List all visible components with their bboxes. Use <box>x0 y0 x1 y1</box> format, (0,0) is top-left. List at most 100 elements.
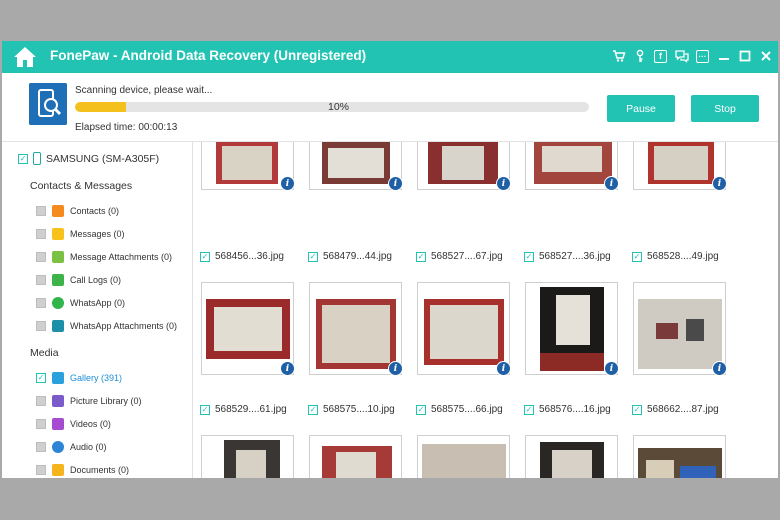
photo-thumbnail[interactable] <box>417 435 510 478</box>
gallery-checkbox[interactable]: ✓ <box>36 373 46 383</box>
photo-thumbnail[interactable]: i <box>417 142 511 191</box>
home-icon[interactable] <box>12 44 38 70</box>
info-icon[interactable]: i <box>604 176 619 191</box>
info-icon[interactable]: i <box>496 176 511 191</box>
app-window: FonePaw - Android Data Recovery (Unregis… <box>2 41 778 478</box>
info-icon[interactable]: i <box>280 361 295 376</box>
photo-thumbnail[interactable]: i <box>633 142 727 191</box>
info-icon[interactable]: i <box>280 176 295 191</box>
photo-filename: 568527....36.jpg <box>539 251 611 262</box>
photo-caption[interactable]: ✓ 568528....49.jpg <box>632 251 719 262</box>
key-icon[interactable] <box>631 45 648 67</box>
photo-caption[interactable]: ✓ 568662....87.jpg <box>632 404 719 415</box>
sidebar-item-gallery[interactable]: ✓ Gallery (391) <box>36 372 122 384</box>
messages-icon <box>52 228 64 240</box>
photo-checkbox[interactable]: ✓ <box>416 251 426 262</box>
photo-thumbnail[interactable]: i <box>525 282 619 376</box>
documents-checkbox[interactable] <box>36 465 46 475</box>
cart-icon[interactable] <box>610 45 627 67</box>
info-icon[interactable]: i <box>712 361 727 376</box>
info-icon[interactable]: i <box>388 176 403 191</box>
close-icon[interactable] <box>757 45 774 67</box>
photo-caption[interactable]: ✓ 568456...36.jpg <box>200 251 284 262</box>
sidebar-item-contacts[interactable]: Contacts (0) <box>36 205 119 217</box>
photo-thumbnail[interactable]: i <box>201 142 295 191</box>
device-name: SAMSUNG (SM-A305F) <box>46 152 160 165</box>
photo-thumbnail[interactable]: i <box>633 282 727 376</box>
window-title: FonePaw - Android Data Recovery (Unregis… <box>50 48 367 63</box>
photo-checkbox[interactable]: ✓ <box>524 251 534 262</box>
stop-button[interactable]: Stop <box>691 95 759 122</box>
photo-caption[interactable]: ✓ 568575....10.jpg <box>308 404 395 415</box>
whatsapp-checkbox[interactable] <box>36 298 46 308</box>
device-row[interactable]: ✓ SAMSUNG (SM-A305F) <box>18 152 159 165</box>
photo-caption[interactable]: ✓ 568576....16.jpg <box>524 404 611 415</box>
attachment-icon <box>52 251 64 263</box>
info-icon[interactable]: i <box>712 176 727 191</box>
whatsapp-icon <box>52 297 64 309</box>
photo-filename: 568529....61.jpg <box>215 404 287 415</box>
picture-library-checkbox[interactable] <box>36 396 46 406</box>
facebook-icon[interactable]: f <box>652 45 669 67</box>
videos-checkbox[interactable] <box>36 419 46 429</box>
photo-checkbox[interactable]: ✓ <box>632 251 642 262</box>
audio-checkbox[interactable] <box>36 442 46 452</box>
sidebar-item-picture-library[interactable]: Picture Library (0) <box>36 395 142 407</box>
sidebar-item-label: WhatsApp Attachments (0) <box>70 321 178 331</box>
photo-checkbox[interactable]: ✓ <box>200 404 210 415</box>
photo-thumbnail[interactable]: i <box>525 142 619 191</box>
photo-caption[interactable]: ✓ 568527....67.jpg <box>416 251 503 262</box>
photo-checkbox[interactable]: ✓ <box>416 404 426 415</box>
sidebar-item-whatsapp-attachments[interactable]: WhatsApp Attachments (0) <box>36 320 177 332</box>
device-checkbox[interactable]: ✓ <box>18 153 28 164</box>
sidebar: ✓ SAMSUNG (SM-A305F) Contacts & Messages… <box>2 142 193 478</box>
photo-thumbnail[interactable]: i <box>309 142 403 191</box>
gallery-icon <box>52 372 64 384</box>
contacts-checkbox[interactable] <box>36 206 46 216</box>
sidebar-item-whatsapp[interactable]: WhatsApp (0) <box>36 297 125 309</box>
info-icon[interactable]: i <box>388 361 403 376</box>
photo-filename: 568575....10.jpg <box>323 404 395 415</box>
messages-checkbox[interactable] <box>36 229 46 239</box>
photo-caption[interactable]: ✓ 568479...44.jpg <box>308 251 392 262</box>
photo-caption[interactable]: ✓ 568527....36.jpg <box>524 251 611 262</box>
photo-caption[interactable]: ✓ 568575....66.jpg <box>416 404 503 415</box>
sidebar-item-label: Gallery (391) <box>70 373 123 383</box>
documents-icon <box>52 464 64 476</box>
sidebar-item-label: Documents (0) <box>70 465 130 475</box>
feedback-icon[interactable] <box>673 45 690 67</box>
photo-checkbox[interactable]: ✓ <box>308 404 318 415</box>
photo-checkbox[interactable]: ✓ <box>308 251 318 262</box>
photo-thumbnail[interactable] <box>525 435 618 478</box>
sidebar-item-message-attachments[interactable]: Message Attachments (0) <box>36 251 172 263</box>
maximize-icon[interactable] <box>736 45 753 67</box>
scan-status: Scanning device, please wait... <box>75 85 213 96</box>
photo-thumbnail[interactable]: i <box>417 282 511 376</box>
photo-thumbnail[interactable]: i <box>309 282 403 376</box>
sidebar-item-documents[interactable]: Documents (0) <box>36 464 129 476</box>
picture-library-icon <box>52 395 64 407</box>
whatsapp-attachments-checkbox[interactable] <box>36 321 46 331</box>
sidebar-item-audio[interactable]: Audio (0) <box>36 441 107 453</box>
photo-checkbox[interactable]: ✓ <box>200 251 210 262</box>
info-icon[interactable]: i <box>604 361 619 376</box>
pause-button[interactable]: Pause <box>607 95 675 122</box>
photo-thumbnail[interactable]: i <box>201 282 295 376</box>
minimize-icon[interactable] <box>715 45 732 67</box>
elapsed-time: Elapsed time: 00:00:13 <box>75 122 178 133</box>
photo-thumbnail[interactable] <box>633 435 726 478</box>
photo-checkbox[interactable]: ✓ <box>524 404 534 415</box>
photo-checkbox[interactable]: ✓ <box>632 404 642 415</box>
call-logs-checkbox[interactable] <box>36 275 46 285</box>
photo-thumbnail[interactable] <box>309 435 402 478</box>
photo-thumbnail[interactable] <box>201 435 294 478</box>
photo-caption[interactable]: ✓ 568529....61.jpg <box>200 404 287 415</box>
sidebar-item-call-logs[interactable]: Call Logs (0) <box>36 274 121 286</box>
menu-icon[interactable]: ··· <box>694 45 711 67</box>
message-attachments-checkbox[interactable] <box>36 252 46 262</box>
info-icon[interactable]: i <box>496 361 511 376</box>
sidebar-item-messages[interactable]: Messages (0) <box>36 228 125 240</box>
scan-device-icon <box>29 83 67 125</box>
phone-call-icon <box>52 274 64 286</box>
sidebar-item-videos[interactable]: Videos (0) <box>36 418 111 430</box>
